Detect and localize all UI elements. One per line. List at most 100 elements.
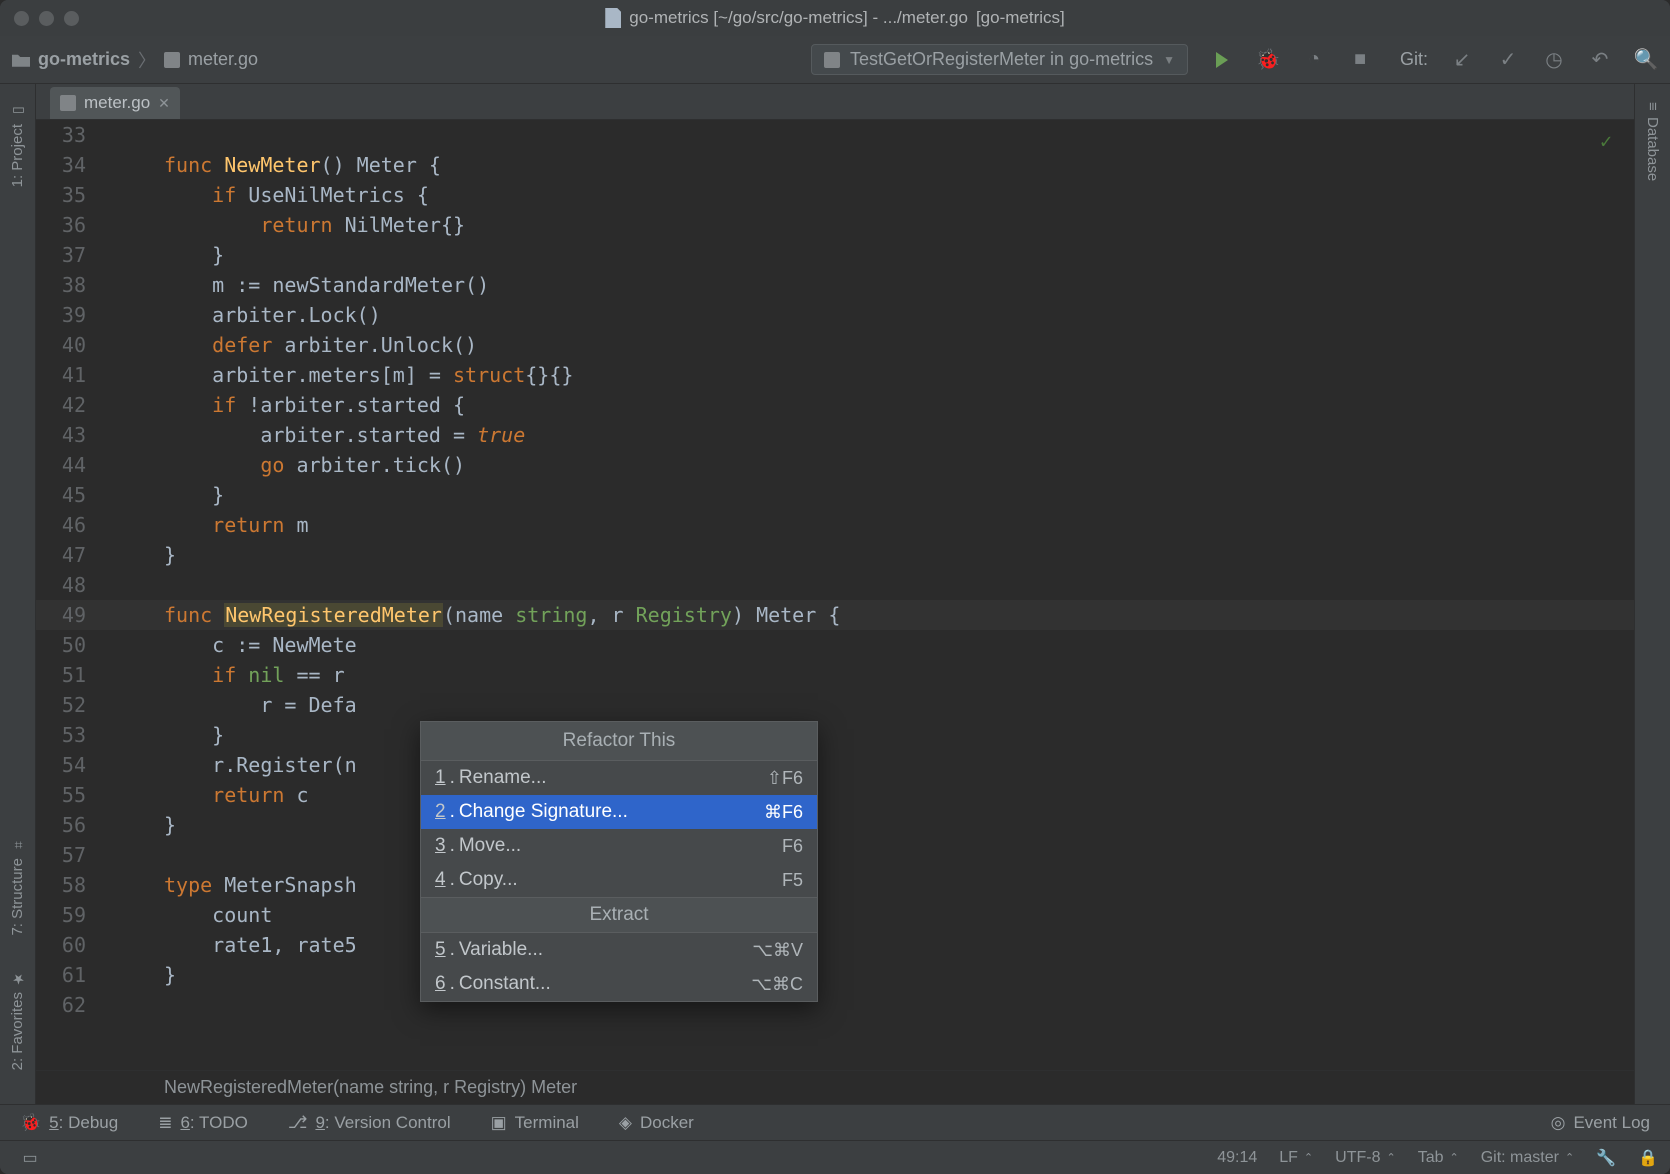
go-file-icon [60,95,76,111]
sidebar-tab-project[interactable]: 1: Project▭ [7,92,28,197]
vcs-commit-button[interactable]: ✓ [1496,48,1520,72]
refactor-item-constant[interactable]: 6. Constant...⌥⌘C [421,967,817,1001]
breadcrumb[interactable]: go-metrics 〉 meter.go [12,47,258,73]
code-line[interactable]: 50 c := NewMete [36,630,1634,660]
vcs-revert-button[interactable]: ↶ [1588,48,1612,72]
code-line[interactable]: 37 } [36,240,1634,270]
bottom-tool-debug[interactable]: 🐞5: Debug [20,1113,118,1133]
editor-tab-meter[interactable]: meter.go ✕ [50,87,180,119]
folder-icon [12,53,30,67]
line-number: 55 [36,780,94,810]
code-line[interactable]: 34func NewMeter() Meter { [36,150,1634,180]
memory-indicator[interactable]: 🔧 [1596,1148,1616,1168]
line-number: 46 [36,510,94,540]
lock-icon[interactable]: 🔒 [1638,1148,1658,1168]
search-everywhere-button[interactable]: 🔍 [1634,48,1658,72]
panel-toggle-icon[interactable]: ▭ [22,1148,37,1168]
code-line[interactable]: 39 arbiter.Lock() [36,300,1634,330]
line-number: 37 [36,240,94,270]
code-line[interactable]: 33 [36,120,1634,150]
git-branch-selector[interactable]: Git: master⌃ [1481,1149,1574,1167]
code-line[interactable]: 53 } [36,720,1634,750]
refactor-item-change-signature[interactable]: 2. Change Signature...⌘F6 [421,795,817,829]
line-number: 58 [36,870,94,900]
line-number: 53 [36,720,94,750]
git-label: Git: [1400,49,1428,70]
encoding-selector[interactable]: UTF-8⌃ [1335,1149,1396,1167]
minimize-window-button[interactable] [39,11,54,26]
refactor-item-variable[interactable]: 5. Variable...⌥⌘V [421,933,817,967]
zoom-window-button[interactable] [64,11,79,26]
code-line[interactable]: 57 [36,840,1634,870]
editor-breadcrumb[interactable]: NewRegisteredMeter(name string, r Regist… [36,1070,1634,1104]
code-line[interactable]: 41 arbiter.meters[m] = struct{}{} [36,360,1634,390]
run-button[interactable] [1210,48,1234,72]
bottom-tool-todo[interactable]: ≣6: TODO [158,1113,248,1133]
code-line[interactable]: 56} [36,810,1634,840]
close-window-button[interactable] [14,11,29,26]
code-line[interactable]: 46 return m [36,510,1634,540]
code-line[interactable]: 40 defer arbiter.Unlock() [36,330,1634,360]
bottom-tool-docker[interactable]: ◈Docker [619,1113,694,1133]
code-line[interactable]: 54 r.Register(n [36,750,1634,780]
close-tab-button[interactable]: ✕ [158,95,170,112]
refactor-item-rename[interactable]: 1. Rename...⇧F6 [421,761,817,795]
line-number: 61 [36,960,94,990]
bug-icon: 🐞 [20,1113,41,1133]
branch-icon: ⎇ [288,1113,308,1133]
code-line[interactable]: 48 [36,570,1634,600]
code-line[interactable]: 62 [36,990,1634,1020]
code-line[interactable]: 51 if nil == r [36,660,1634,690]
breadcrumb-file[interactable]: meter.go [188,49,258,70]
popup-title: Refactor This [421,722,817,761]
code-line[interactable]: 60 rate1, rate5 [36,930,1634,960]
code-line[interactable]: 44 go arbiter.tick() [36,450,1634,480]
stop-button[interactable]: ■ [1348,48,1372,72]
code-line[interactable]: 58type MeterSnapsh [36,870,1634,900]
code-editor[interactable]: ✓ 3334func NewMeter() Meter {35 if UseNi… [36,120,1634,1070]
bottom-tool-bar: 🐞5: Debug ≣6: TODO ⎇9: Version Control ▣Ter… [0,1104,1670,1140]
line-number: 59 [36,900,94,930]
bottom-tool-version-control[interactable]: ⎇9: Version Control [288,1113,451,1133]
bottom-tool-terminal[interactable]: ▣Terminal [491,1113,579,1133]
sidebar-tab-database[interactable]: ≡ Database [1642,92,1663,191]
go-file-icon [164,52,180,68]
indent-selector[interactable]: Tab⌃ [1418,1149,1459,1167]
line-number: 54 [36,750,94,780]
line-number: 56 [36,810,94,840]
code-line[interactable]: 61} [36,960,1634,990]
cursor-position[interactable]: 49:14 [1217,1149,1257,1167]
code-line[interactable]: 55 return c [36,780,1634,810]
code-line[interactable]: 45 } [36,480,1634,510]
code-line[interactable]: 36 return NilMeter{} [36,210,1634,240]
line-number: 49 [36,600,94,630]
star-icon: ★ [10,970,26,986]
file-icon [605,8,621,28]
code-line[interactable]: 52 r = Defa [36,690,1634,720]
sidebar-tab-favorites[interactable]: 2: Favorites★ [7,960,28,1080]
line-number: 57 [36,840,94,870]
vcs-history-button[interactable]: ◷ [1542,48,1566,72]
vcs-update-button[interactable]: ↙ [1450,48,1474,72]
window-controls [14,11,79,26]
event-log-button[interactable]: ◎ Event Log [1551,1113,1650,1133]
breadcrumb-project[interactable]: go-metrics [38,49,130,70]
refactor-item-move[interactable]: 3. Move...F6 [421,829,817,863]
structure-icon: ⌗ [10,838,26,852]
debug-button[interactable]: 🐞 [1256,48,1280,72]
sidebar-tab-structure[interactable]: 7: Structure⌗ [7,828,28,946]
code-line[interactable]: 43 arbiter.started = true [36,420,1634,450]
code-line[interactable]: 42 if !arbiter.started { [36,390,1634,420]
refactor-item-copy[interactable]: 4. Copy...F5 [421,863,817,897]
code-line[interactable]: 59 count [36,900,1634,930]
coverage-button[interactable]: ◔ [1302,48,1326,72]
code-line[interactable]: 49func NewRegisteredMeter(name string, r… [36,600,1634,630]
terminal-icon: ▣ [491,1113,507,1133]
chevron-down-icon: ▼ [1163,53,1175,67]
code-line[interactable]: 35 if UseNilMetrics { [36,180,1634,210]
run-configuration-selector[interactable]: TestGetOrRegisterMeter in go-metrics ▼ [811,44,1188,75]
line-number: 52 [36,690,94,720]
code-line[interactable]: 38 m := newStandardMeter() [36,270,1634,300]
line-separator-selector[interactable]: LF⌃ [1279,1149,1313,1167]
code-line[interactable]: 47} [36,540,1634,570]
